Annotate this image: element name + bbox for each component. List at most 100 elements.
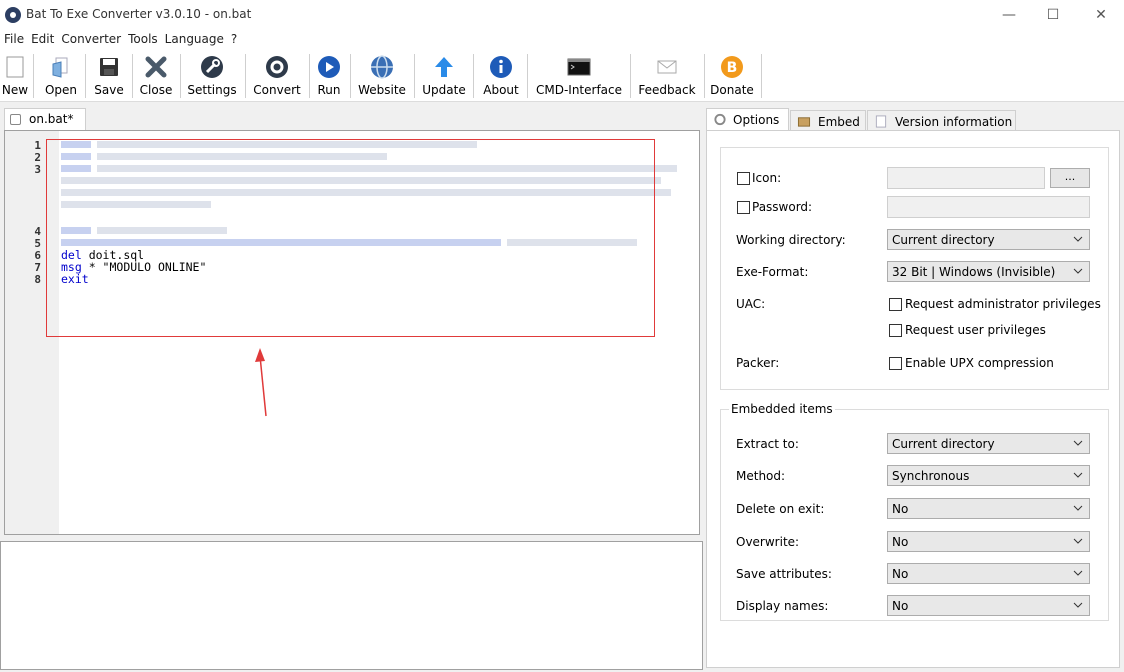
info-icon: [490, 56, 512, 78]
tab-on-bat[interactable]: on.bat*: [4, 108, 86, 130]
chevron-down-icon: [1073, 602, 1083, 608]
overwrite-value: No: [892, 535, 909, 549]
toolbar-separator: [180, 54, 181, 98]
method-select[interactable]: Synchronous: [887, 465, 1090, 486]
bitcoin-icon: B: [721, 56, 743, 78]
password-label: Password:: [752, 200, 813, 214]
display-names-value: No: [892, 599, 909, 613]
toolbar-separator: [704, 54, 705, 98]
update-button[interactable]: Update: [419, 52, 469, 100]
delete-on-exit-select[interactable]: No: [887, 498, 1090, 519]
tab-version-label: Version information: [895, 115, 1013, 129]
convert-button[interactable]: Convert: [250, 52, 304, 100]
file-icon: [10, 114, 21, 125]
tab-embed[interactable]: Embed: [790, 110, 866, 130]
chevron-down-icon: [1073, 505, 1083, 511]
open-button[interactable]: Open: [42, 52, 80, 100]
extract-to-select[interactable]: Current directory: [887, 433, 1090, 454]
password-field[interactable]: [887, 196, 1090, 218]
output-pane[interactable]: [0, 541, 703, 670]
working-directory-select[interactable]: Current directory: [887, 229, 1090, 250]
delete-on-exit-label: Delete on exit:: [736, 502, 825, 516]
toolbar-separator: [473, 54, 474, 98]
menu-file[interactable]: File: [0, 30, 27, 46]
options-panel: Icon: ... Password: Working directory: C…: [706, 130, 1120, 668]
save-button[interactable]: Save: [90, 52, 128, 100]
save-attributes-label: Save attributes:: [736, 567, 832, 581]
toolbar-separator: [245, 54, 246, 98]
upx-label: Enable UPX compression: [905, 356, 1054, 370]
icon-path-field[interactable]: [887, 167, 1045, 189]
donate-button[interactable]: B Donate: [709, 52, 755, 100]
exe-format-select[interactable]: 32 Bit | Windows (Invisible): [887, 261, 1090, 282]
highlight-rectangle: [46, 139, 655, 337]
password-checkbox[interactable]: [737, 201, 750, 214]
line-number: 3: [34, 163, 41, 176]
close-button[interactable]: Close: [136, 52, 176, 100]
donate-label: Donate: [710, 83, 754, 97]
update-label: Update: [422, 83, 466, 97]
menu-edit[interactable]: Edit: [27, 30, 57, 46]
display-names-label: Display names:: [736, 599, 829, 613]
embedded-items-title: Embedded items: [729, 402, 835, 416]
delete-on-exit-value: No: [892, 502, 909, 516]
new-file-icon: [6, 56, 24, 78]
toolbar-separator: [309, 54, 310, 98]
icon-checkbox[interactable]: [737, 172, 750, 185]
toolbar-separator: [132, 54, 133, 98]
toolbar-separator: [527, 54, 528, 98]
globe-icon: [371, 55, 393, 79]
uac-user-checkbox[interactable]: [889, 324, 902, 337]
icon-browse-button[interactable]: ...: [1050, 168, 1090, 188]
icon-label: Icon:: [752, 171, 782, 185]
save-label: Save: [94, 83, 124, 97]
uac-admin-checkbox[interactable]: [889, 298, 902, 311]
method-label: Method:: [736, 469, 786, 483]
svg-text:B: B: [727, 60, 738, 76]
toolbar-separator: [350, 54, 351, 98]
website-button[interactable]: Website: [355, 52, 409, 100]
upx-checkbox[interactable]: [889, 357, 902, 370]
uac-user-label: Request user privileges: [905, 323, 1046, 337]
exe-format-value: 32 Bit | Windows (Invisible): [892, 265, 1056, 279]
maximize-button[interactable]: ☐: [1030, 0, 1076, 30]
feedback-button[interactable]: Feedback: [636, 52, 698, 100]
close-window-button[interactable]: ✕: [1078, 0, 1124, 30]
toolbar-separator: [85, 54, 86, 98]
tab-label: on.bat*: [29, 112, 74, 126]
chevron-down-icon: [1073, 570, 1083, 576]
about-button[interactable]: About: [479, 52, 523, 100]
display-names-select[interactable]: No: [887, 595, 1090, 616]
working-directory-label: Working directory:: [736, 233, 846, 247]
save-attributes-select[interactable]: No: [887, 563, 1090, 584]
menu-converter[interactable]: Converter: [57, 30, 124, 46]
toolbar-separator: [414, 54, 415, 98]
red-arrow-annotation: [255, 348, 267, 417]
toolbar: New Open Save Close Settings Convert Run…: [0, 50, 1124, 102]
toolbar-separator: [33, 54, 34, 98]
minimize-button[interactable]: —: [986, 0, 1032, 30]
extract-to-value: Current directory: [892, 437, 995, 451]
menu-help[interactable]: ?: [227, 30, 240, 46]
run-button[interactable]: Run: [312, 52, 346, 100]
settings-button[interactable]: Settings: [184, 52, 240, 100]
menu-language[interactable]: Language: [161, 30, 227, 46]
chevron-down-icon: [1073, 472, 1083, 478]
chevron-down-icon: [1073, 268, 1083, 274]
options-group: Icon: ... Password: Working directory: C…: [720, 147, 1109, 390]
tab-options-label: Options: [733, 113, 780, 127]
menu-bar: File Edit Converter Tools Language?: [0, 30, 1124, 50]
open-label: Open: [44, 83, 78, 97]
tab-options[interactable]: Options: [706, 108, 789, 131]
tab-version-information[interactable]: Version information: [867, 110, 1016, 130]
play-icon: [318, 56, 340, 78]
window-title: Bat To Exe Converter v3.0.10 - on.bat: [26, 7, 252, 21]
packer-label: Packer:: [736, 356, 780, 370]
cmd-interface-button[interactable]: CMD-Interface: [533, 52, 625, 100]
feedback-label: Feedback: [638, 83, 696, 97]
menu-tools[interactable]: Tools: [124, 30, 161, 46]
overwrite-select[interactable]: No: [887, 531, 1090, 552]
envelope-icon: [657, 60, 677, 74]
wrench-icon: [201, 56, 223, 78]
new-button[interactable]: New: [0, 52, 30, 100]
